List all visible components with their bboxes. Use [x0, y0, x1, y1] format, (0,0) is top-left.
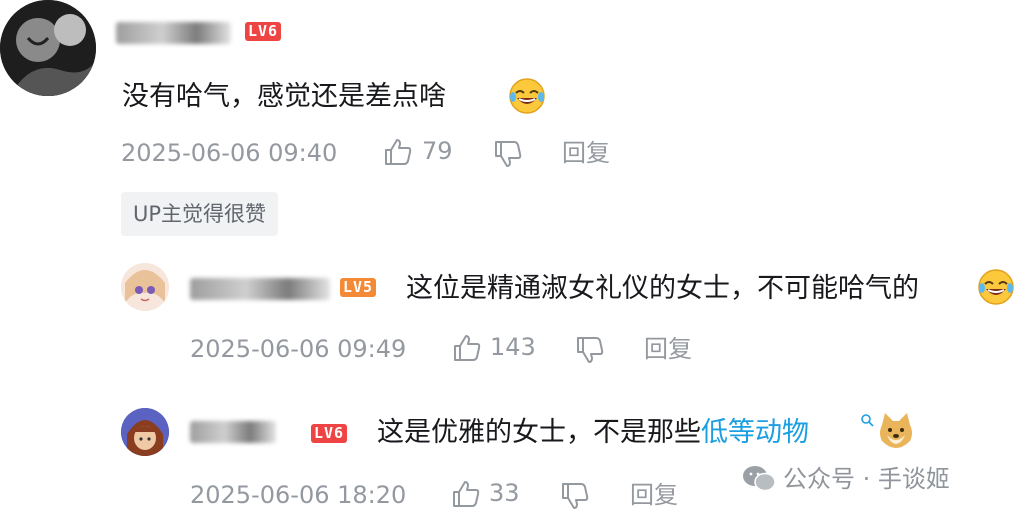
level-badge: LV6: [311, 424, 348, 443]
wechat-icon: [742, 465, 776, 493]
search-link[interactable]: 低等动物: [701, 417, 809, 448]
timestamp: 2025-06-06 18:20: [190, 481, 407, 509]
watermark-text: 公众号 · 手谈姬: [783, 465, 950, 493]
timestamp: 2025-06-06 09:40: [121, 139, 338, 167]
comment-text: 这是优雅的女士，不是那些低等动物: [377, 417, 809, 448]
thumbs-down-icon[interactable]: [493, 139, 523, 169]
laughing-crying-emoji: [508, 77, 546, 115]
reply-button[interactable]: 回复: [644, 334, 692, 364]
thumbs-up-icon[interactable]: [383, 137, 413, 167]
reply-button[interactable]: 回复: [562, 138, 610, 168]
username[interactable]: [190, 421, 276, 443]
up-liked-tag: UP主觉得很赞: [121, 192, 279, 236]
username[interactable]: [116, 22, 231, 44]
like-count: 143: [490, 333, 536, 361]
avatar[interactable]: [0, 0, 96, 96]
level-badge: LV5: [340, 278, 377, 297]
comment-text: 没有哈气，感觉还是差点啥: [122, 81, 446, 112]
avatar[interactable]: [121, 408, 169, 456]
thumbs-up-icon[interactable]: [452, 333, 482, 363]
search-icon[interactable]: [860, 413, 874, 427]
comment-text: 这位是精通淑女礼仪的女士，不可能哈气的: [406, 273, 919, 304]
username[interactable]: [190, 278, 330, 300]
level-badge: LV6: [245, 22, 282, 41]
like-count: 79: [422, 137, 453, 165]
like-count: 33: [489, 479, 520, 507]
thumbs-down-icon[interactable]: [560, 481, 590, 511]
timestamp: 2025-06-06 09:49: [190, 335, 407, 363]
laughing-crying-emoji: [977, 268, 1015, 306]
thumbs-down-icon[interactable]: [575, 335, 605, 365]
reply-button[interactable]: 回复: [630, 480, 678, 510]
avatar[interactable]: [121, 263, 169, 311]
doge-emoji: [877, 411, 915, 449]
thumbs-up-icon[interactable]: [451, 479, 481, 509]
